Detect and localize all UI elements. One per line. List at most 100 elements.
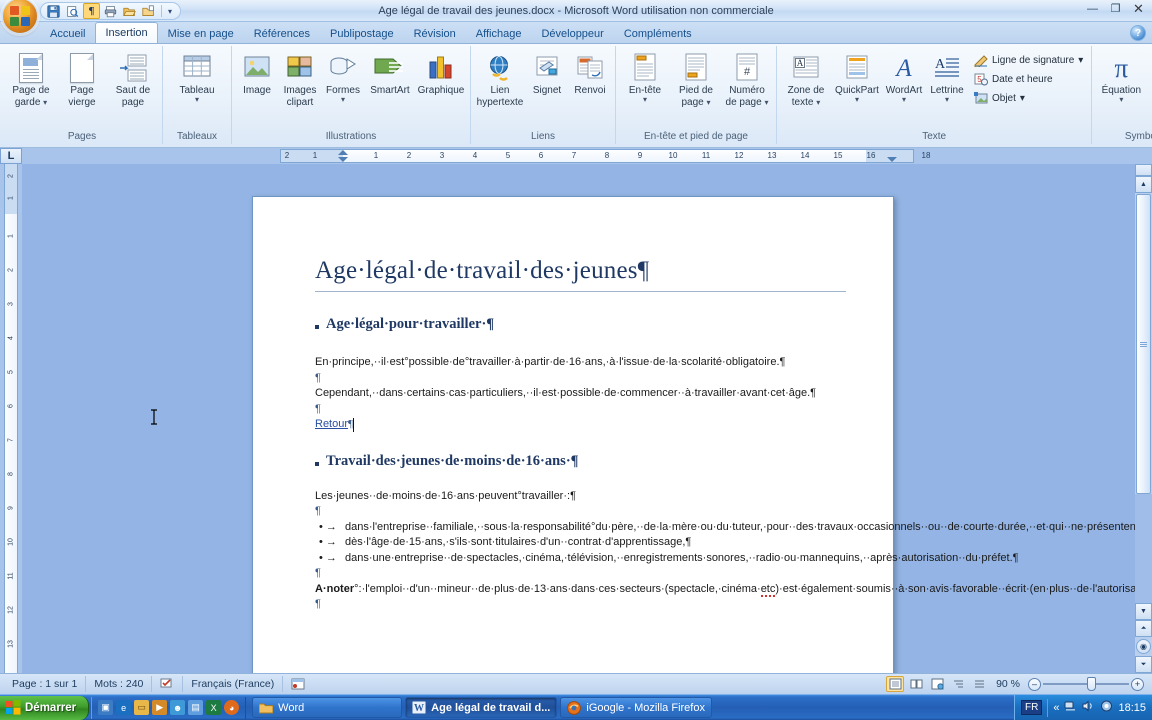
show-formatting-marks-button[interactable]: ¶ — [83, 3, 100, 19]
customize-qat-button[interactable]: ▾ — [166, 7, 174, 16]
zoom-in-button[interactable]: + — [1131, 677, 1144, 691]
close-button[interactable]: ✕ — [1129, 1, 1148, 16]
view-full-screen-reading-button[interactable] — [907, 676, 925, 692]
drop-cap-caret-icon[interactable]: ▾ — [945, 96, 949, 104]
chart-button[interactable]: Graphique — [416, 48, 466, 97]
status-words[interactable]: Mots : 240 — [86, 676, 153, 692]
next-page-button[interactable]: ⏷ — [1135, 656, 1152, 673]
wordart-caret-icon[interactable]: ▾ — [902, 96, 906, 104]
folder-icon[interactable]: ▭ — [134, 700, 150, 715]
zoom-out-button[interactable]: – — [1028, 677, 1041, 691]
ruler-track[interactable]: 2 1 1 2 3 4 5 6 7 8 9 10 11 12 13 14 15 — [280, 149, 930, 163]
bookmark-button[interactable]: Signet — [526, 48, 568, 97]
zoom-thumb[interactable] — [1087, 677, 1096, 691]
header-caret-icon[interactable]: ▾ — [643, 96, 647, 104]
zoom-track[interactable] — [1043, 677, 1129, 691]
internet-explorer-icon[interactable]: e — [116, 700, 132, 715]
start-button[interactable]: Démarrer — [0, 695, 90, 720]
page-content[interactable]: Age·légal·de·travail·des·jeunes¶ Age·lég… — [253, 197, 1135, 613]
hanging-indent-marker[interactable] — [338, 157, 348, 162]
first-line-indent-marker[interactable] — [338, 150, 348, 155]
taskbar-item-word-folder[interactable]: Word — [252, 697, 403, 718]
page-number-button[interactable]: # Numéro de page ▾ — [722, 48, 772, 109]
text-box-button[interactable]: A Zone de texte ▾ — [781, 48, 831, 109]
symbol-button[interactable]: Ω Symbole ▾ — [1147, 48, 1152, 104]
select-browse-object-button[interactable]: ◉ — [1136, 639, 1151, 654]
date-time-button[interactable]: 5 Date et heure — [969, 71, 1087, 88]
table-button[interactable]: Tableau ▾ — [167, 48, 227, 104]
open-button[interactable] — [121, 3, 138, 19]
messenger-icon[interactable]: ☻ — [170, 700, 186, 715]
drop-cap-button[interactable]: A Lettrine ▾ — [926, 48, 968, 104]
help-button[interactable]: ? — [1130, 25, 1146, 41]
notepad-icon[interactable]: ▤ — [188, 700, 204, 715]
split-window-handle[interactable] — [1135, 164, 1152, 176]
tab-mise-en-page[interactable]: Mise en page — [158, 23, 244, 43]
vertical-ruler[interactable]: 2 1 1 2 3 4 5 6 7 8 9 10 11 12 13 14 — [0, 164, 22, 673]
excel-icon[interactable]: X — [206, 700, 222, 715]
page-canvas[interactable]: Age·légal·de·travail·des·jeunes¶ Age·lég… — [22, 164, 1135, 673]
minimize-button[interactable]: — — [1083, 1, 1102, 16]
taskbar-item-firefox[interactable]: iGoogle - Mozilla Firefox — [560, 697, 712, 718]
table-caret-icon[interactable]: ▾ — [195, 96, 199, 104]
shapes-caret-icon[interactable]: ▾ — [341, 96, 345, 104]
view-print-layout-button[interactable] — [886, 676, 905, 692]
security-icon[interactable] — [1100, 700, 1113, 715]
page-break-button[interactable]: Saut de page — [108, 48, 158, 109]
zoom-level[interactable]: 90 % — [991, 678, 1025, 690]
zoom-slider[interactable]: – + — [1028, 677, 1144, 691]
taskbar-item-word-document[interactable]: W Age légal de travail d... — [405, 697, 558, 718]
cover-page-button[interactable]: Page de garde ▾ — [6, 48, 56, 109]
clipart-button[interactable]: Images clipart — [279, 48, 321, 109]
save-button[interactable] — [45, 3, 62, 19]
status-page[interactable]: Page : 1 sur 1 — [4, 676, 87, 692]
horizontal-ruler[interactable]: 2 1 1 2 3 4 5 6 7 8 9 10 11 12 13 14 15 — [22, 148, 1152, 164]
quickpart-button[interactable]: QuickPart ▾ — [832, 48, 882, 104]
signature-line-button[interactable]: Ligne de signature ▾ — [969, 52, 1087, 69]
print-preview-button[interactable] — [64, 3, 81, 19]
object-button[interactable]: Objet ▾ — [969, 90, 1087, 107]
scroll-down-button[interactable]: ▼ — [1135, 603, 1152, 620]
document-page[interactable]: Age·légal·de·travail·des·jeunes¶ Age·lég… — [252, 196, 1135, 673]
header-button[interactable]: En-tête ▾ — [620, 48, 670, 104]
picture-button[interactable]: Image — [236, 48, 278, 97]
hyperlink-button[interactable]: Lien hypertexte — [475, 48, 525, 109]
shapes-button[interactable]: Formes ▾ — [322, 48, 364, 104]
vertical-scrollbar[interactable]: ▲ ▼ ⏶ ◉ ⏷ — [1135, 164, 1152, 673]
tab-publipostage[interactable]: Publipostage — [320, 23, 404, 43]
tab-complements[interactable]: Compléments — [614, 23, 702, 43]
signature-line-caret-icon[interactable]: ▾ — [1078, 55, 1083, 66]
scroll-thumb[interactable] — [1136, 194, 1151, 494]
equation-caret-icon[interactable]: ▾ — [1119, 96, 1123, 104]
media-player-icon[interactable]: ▶ — [152, 700, 168, 715]
network-icon[interactable] — [1064, 700, 1077, 715]
tab-affichage[interactable]: Affichage — [466, 23, 532, 43]
link-retour[interactable]: Retour — [315, 418, 348, 430]
view-draft-button[interactable] — [970, 676, 988, 692]
view-web-layout-button[interactable] — [928, 676, 946, 692]
equation-button[interactable]: π Équation ▾ — [1096, 48, 1146, 104]
firefox-icon[interactable]: ◕ — [224, 700, 240, 715]
tab-references[interactable]: Références — [244, 23, 320, 43]
scroll-track[interactable] — [1135, 494, 1152, 603]
show-desktop-icon[interactable]: ▣ — [98, 700, 114, 715]
status-macro[interactable] — [283, 676, 313, 692]
tab-revision[interactable]: Révision — [404, 23, 466, 43]
clock[interactable]: 18:15 — [1118, 702, 1146, 714]
footer-button[interactable]: Pied de page ▾ — [671, 48, 721, 109]
new-document-button[interactable] — [140, 3, 157, 19]
view-outline-button[interactable] — [949, 676, 967, 692]
smartart-button[interactable]: SmartArt — [365, 48, 415, 97]
quick-print-button[interactable] — [102, 3, 119, 19]
quickpart-caret-icon[interactable]: ▾ — [855, 96, 859, 104]
restore-button[interactable]: ❐ — [1106, 1, 1125, 16]
previous-page-button[interactable]: ⏶ — [1135, 620, 1152, 637]
scroll-up-button[interactable]: ▲ — [1135, 176, 1152, 193]
tray-expand-chevron-icon[interactable]: « — [1053, 702, 1059, 714]
tab-accueil[interactable]: Accueil — [40, 23, 95, 43]
volume-icon[interactable] — [1082, 700, 1095, 715]
wordart-button[interactable]: A WordArt ▾ — [883, 48, 925, 104]
right-indent-marker[interactable] — [887, 157, 897, 162]
object-caret-icon[interactable]: ▾ — [1020, 93, 1025, 104]
tab-developpeur[interactable]: Développeur — [531, 23, 613, 43]
